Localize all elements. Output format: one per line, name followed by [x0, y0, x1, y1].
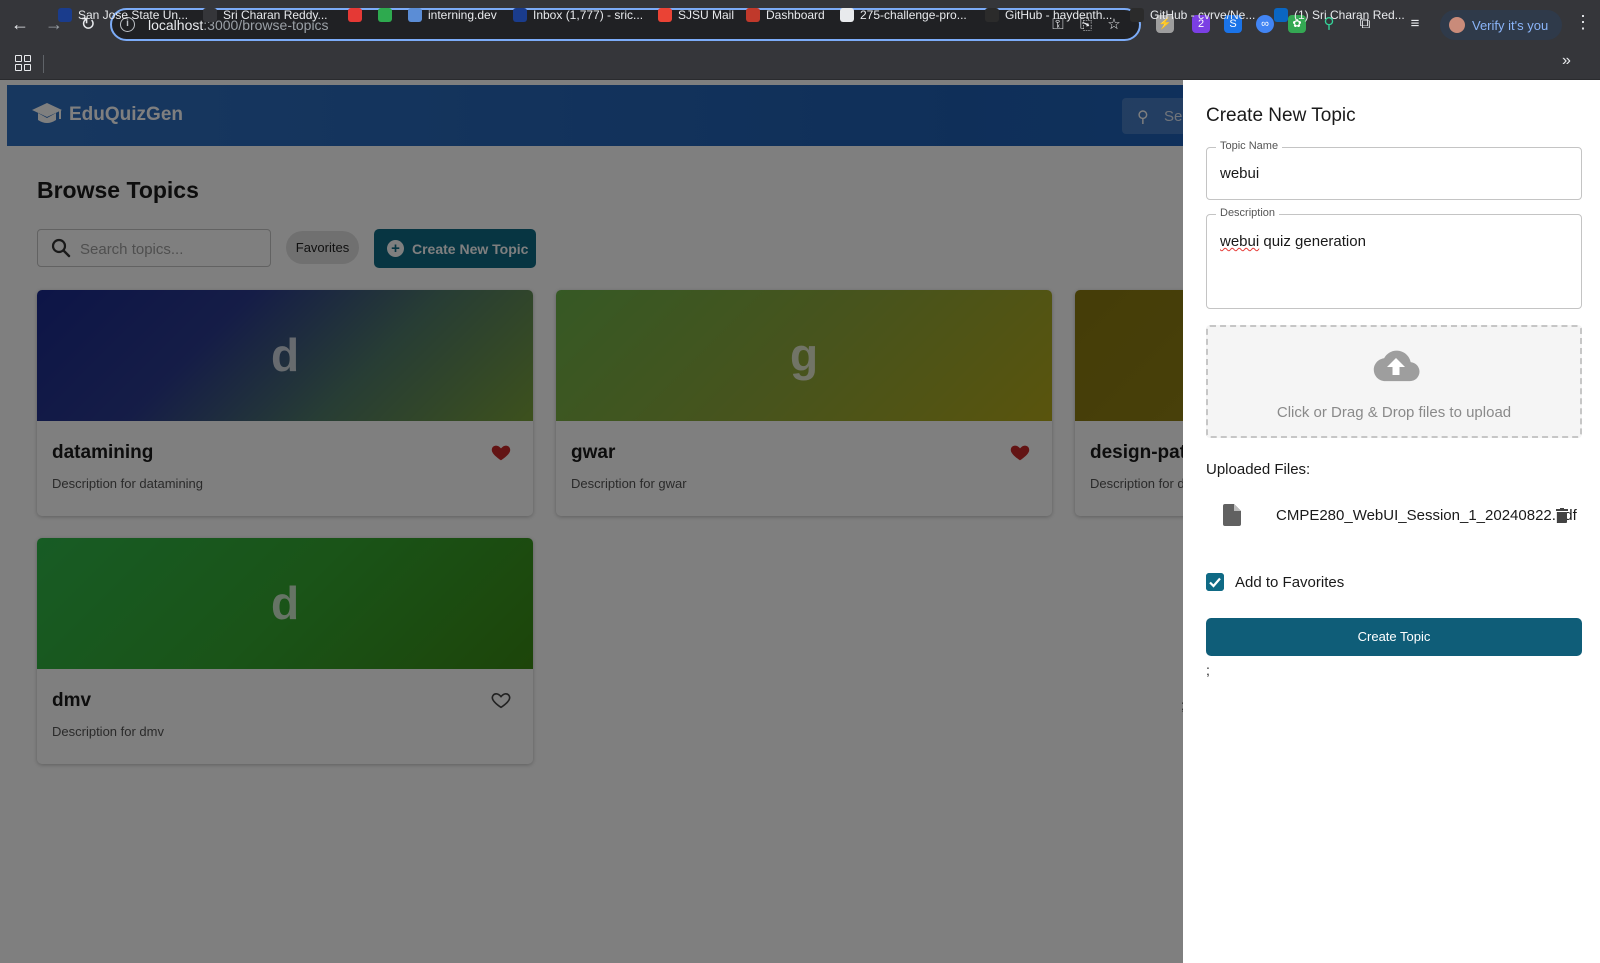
- bookmark-favicon: [513, 8, 527, 22]
- apps-grid-icon[interactable]: [15, 55, 31, 71]
- reading-list-icon[interactable]: ≡: [1406, 15, 1424, 33]
- bookmark-label: (1) Sri Charan Red...: [1294, 8, 1405, 22]
- verify-label: Verify it's you: [1472, 18, 1549, 33]
- uploaded-files-label: Uploaded Files:: [1206, 461, 1311, 478]
- delete-icon[interactable]: [1556, 508, 1568, 523]
- bookmark-label: Dashboard: [766, 8, 825, 22]
- uploaded-file-item: CMPE280_WebUI_Session_1_20240822.pdf: [1206, 500, 1582, 534]
- bookmark-item[interactable]: GitHub - cvrve/Ne...: [1130, 6, 1255, 24]
- dashboard-icon: [746, 8, 760, 22]
- bookmark-youtube[interactable]: [348, 6, 362, 24]
- profile-button[interactable]: Verify it's you: [1440, 10, 1562, 40]
- bookmark-item[interactable]: Inbox (1,777) - sric...: [513, 6, 643, 24]
- stray-text: ;: [1206, 662, 1210, 678]
- bookmark-item[interactable]: (1) Sri Charan Red...: [1274, 6, 1405, 24]
- bookmarks-divider: [43, 55, 44, 73]
- bookmark-label: 275-challenge-pro...: [860, 8, 967, 22]
- file-dropzone[interactable]: Click or Drag & Drop files to upload: [1206, 325, 1582, 438]
- avatar: [1449, 17, 1465, 33]
- linkedin-icon: [1274, 8, 1288, 22]
- description-field[interactable]: Description webui quiz generation: [1206, 207, 1582, 309]
- description-text: quiz generation: [1259, 233, 1366, 250]
- github-icon: [1130, 8, 1144, 22]
- topic-name-label: Topic Name: [1216, 140, 1283, 152]
- description-label: Description: [1216, 207, 1280, 219]
- bookmark-label: interning.dev: [428, 8, 497, 22]
- add-to-favorites-label: Add to Favorites: [1235, 574, 1345, 591]
- bookmark-label: GitHub - haydenth...: [1005, 8, 1113, 22]
- topic-name-input[interactable]: webui: [1220, 165, 1259, 182]
- bookmark-label: Inbox (1,777) - sric...: [533, 8, 644, 22]
- bookmark-favicon: [408, 8, 422, 22]
- bookmark-label: Sri Charan Reddy...: [223, 8, 328, 22]
- github-icon: [840, 8, 854, 22]
- h-icon: [378, 8, 392, 22]
- bookmark-h[interactable]: [378, 6, 392, 24]
- cloud-upload-icon: [1373, 350, 1420, 382]
- youtube-icon: [348, 8, 362, 22]
- more-bookmarks-icon[interactable]: »: [1562, 52, 1571, 70]
- bookmark-item[interactable]: interning.dev: [408, 6, 497, 24]
- checkbox-checked-icon[interactable]: [1206, 573, 1224, 591]
- description-textarea[interactable]: webui quiz generation: [1220, 233, 1366, 250]
- description-misspelled-word: webui: [1220, 233, 1260, 250]
- bookmark-item[interactable]: 275-challenge-pro...: [840, 6, 967, 24]
- bookmark-item[interactable]: San Jose State Un...: [58, 6, 188, 24]
- bookmarks-bar: [0, 49, 1600, 80]
- back-icon[interactable]: ←: [8, 12, 32, 36]
- github-icon: [985, 8, 999, 22]
- file-icon: [1223, 504, 1241, 526]
- extension-chat-icon[interactable]: ∞: [1256, 15, 1274, 33]
- bookmark-label: SJSU Mail: [678, 8, 735, 22]
- drawer-title: Create New Topic: [1206, 105, 1356, 126]
- bookmark-item[interactable]: SJSU Mail: [658, 6, 734, 24]
- bookmark-item[interactable]: Sri Charan Reddy...: [203, 6, 328, 24]
- uploaded-file-name: CMPE280_WebUI_Session_1_20240822.pdf: [1276, 507, 1577, 524]
- topic-name-field[interactable]: Topic Name webui: [1206, 140, 1582, 200]
- bookmark-favicon: [203, 8, 217, 22]
- bookmark-item[interactable]: Dashboard: [746, 6, 825, 24]
- browser-menu-icon[interactable]: ⋮: [1574, 12, 1592, 33]
- create-topic-drawer: Create New Topic Topic Name webui Descri…: [1183, 80, 1600, 963]
- bookmark-item[interactable]: GitHub - haydenth...: [985, 6, 1112, 24]
- bookmark-favicon: [58, 8, 72, 22]
- bookmark-label: GitHub - cvrve/Ne...: [1150, 8, 1256, 22]
- dropzone-text: Click or Drag & Drop files to upload: [1276, 404, 1512, 421]
- gmail-icon: [658, 8, 672, 22]
- bookmark-label: San Jose State Un...: [78, 8, 189, 22]
- create-topic-button[interactable]: Create Topic: [1206, 618, 1582, 656]
